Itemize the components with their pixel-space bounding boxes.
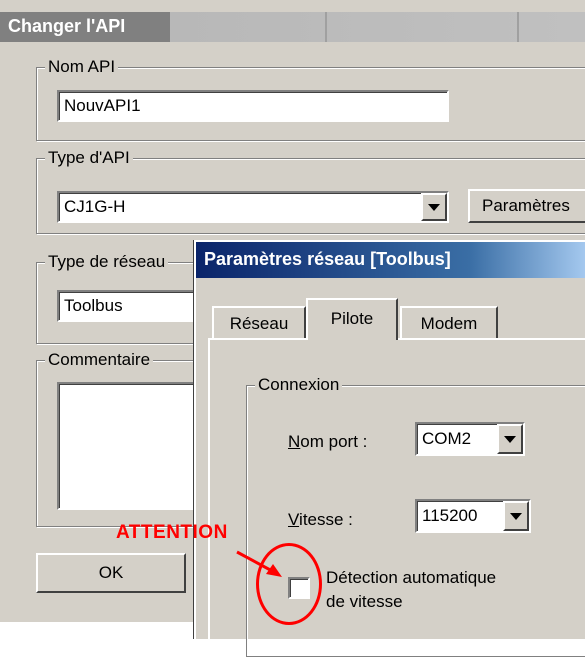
attention-annotation: ATTENTION: [116, 522, 228, 543]
tab-reseau[interactable]: Réseau: [212, 306, 306, 340]
titlebar-separator: [325, 12, 327, 42]
titlebar-separator: [517, 12, 519, 42]
port-dropdown-button[interactable]: [497, 424, 523, 454]
type-reseau-select[interactable]: Toolbus: [57, 290, 202, 322]
nom-api-legend: Nom API: [45, 57, 119, 77]
speed-label: Vitesse :: [288, 510, 353, 529]
type-api-legend: Type d'API: [45, 148, 133, 168]
network-parameters-titlebar[interactable]: Paramètres réseau [Toolbus]: [196, 242, 585, 278]
port-label: Nom port :: [288, 432, 368, 451]
speed-dropdown-button[interactable]: [503, 501, 529, 531]
connexion-legend: Connexion: [255, 375, 343, 395]
network-parameters-title: Paramètres réseau [Toolbus]: [204, 249, 451, 269]
parametres-button[interactable]: Paramètres: [468, 189, 585, 223]
chevron-down-icon: [510, 512, 522, 520]
auto-detect-label: Détection automatique de vitesse: [326, 568, 497, 611]
chevron-down-icon: [504, 435, 516, 443]
main-titlebar[interactable]: Changer l'API: [0, 12, 585, 42]
ok-button[interactable]: OK: [36, 553, 186, 593]
network-parameters-dialog: Paramètres réseau [Toolbus] Réseau Pilot…: [194, 240, 585, 657]
tab-modem[interactable]: Modem: [400, 306, 498, 340]
nom-api-input[interactable]: NouvAPI1: [57, 90, 449, 122]
chevron-down-icon: [428, 203, 440, 211]
type-api-dropdown-button[interactable]: [421, 193, 447, 221]
highlight-circle: [256, 543, 322, 625]
commentaire-textarea[interactable]: [57, 382, 202, 510]
type-reseau-legend: Type de réseau: [45, 252, 169, 272]
commentaire-legend: Commentaire: [45, 350, 154, 370]
main-title: Changer l'API: [8, 16, 126, 36]
tab-pilote[interactable]: Pilote: [306, 298, 398, 340]
type-api-select[interactable]: CJ1G-H: [57, 191, 449, 223]
